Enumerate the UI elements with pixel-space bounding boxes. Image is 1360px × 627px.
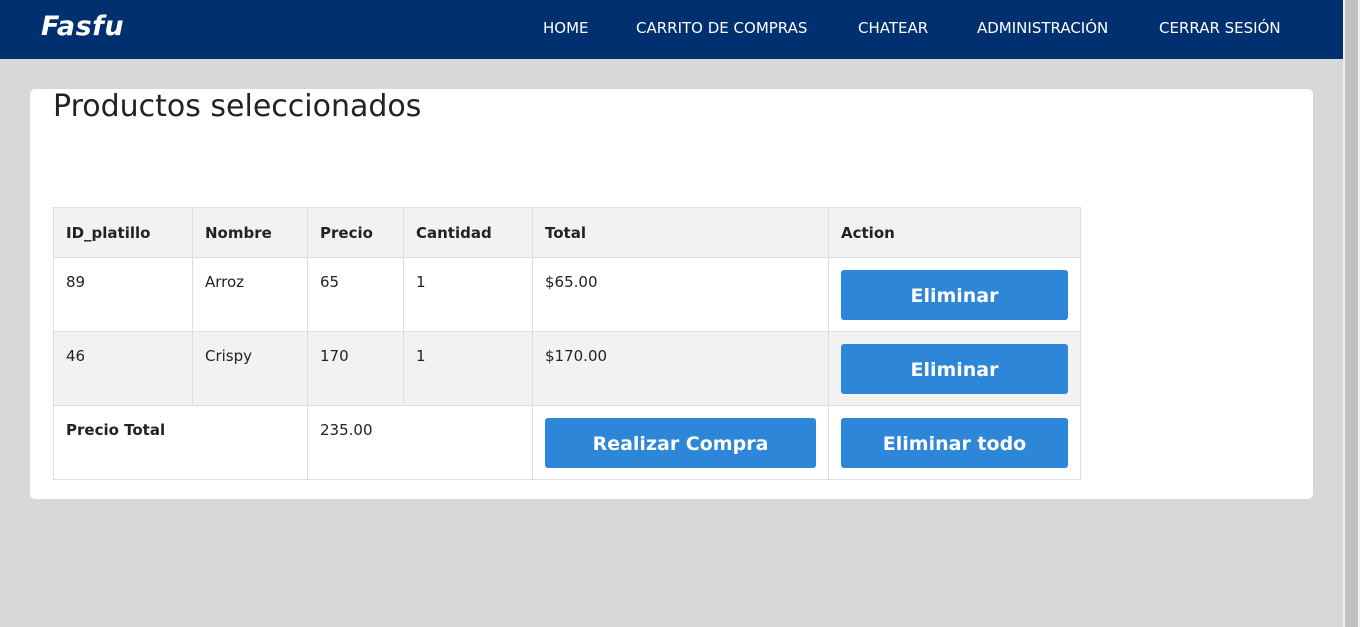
table-row: 46 Crispy 170 1 $170.00 Eliminar <box>53 331 1081 406</box>
nav-link-admin[interactable]: ADMINISTRACIÓN <box>977 19 1108 37</box>
scrollbar-thumb[interactable] <box>1345 0 1358 627</box>
cell-id: 46 <box>53 331 193 406</box>
header-price: Precio <box>307 207 404 258</box>
cell-price: 170 <box>307 331 404 406</box>
nav-link-cart[interactable]: CARRITO DE COMPRAS <box>636 19 807 37</box>
delete-item-button[interactable]: Eliminar <box>841 344 1068 394</box>
header-id: ID_platillo <box>53 207 193 258</box>
header-name: Nombre <box>192 207 308 258</box>
table-header-row: ID_platillo Nombre Precio Cantidad Total… <box>53 207 1081 258</box>
cell-qty: 1 <box>403 331 533 406</box>
table-footer-row: Precio Total 235.00 Realizar Compra Elim… <box>53 405 1081 480</box>
brand-logo[interactable]: Fasfu <box>41 11 124 42</box>
cell-name: Crispy <box>192 331 308 406</box>
table-row: 89 Arroz 65 1 $65.00 Eliminar <box>53 257 1081 332</box>
header-total: Total <box>532 207 829 258</box>
nav-link-logout[interactable]: CERRAR SESIÓN <box>1159 19 1281 37</box>
cart-table: ID_platillo Nombre Precio Cantidad Total… <box>53 207 1081 480</box>
cell-price: 65 <box>307 257 404 332</box>
total-price-label: Precio Total <box>53 405 308 480</box>
nav-link-chat[interactable]: CHATEAR <box>858 19 928 37</box>
cell-buy: Realizar Compra <box>532 405 829 480</box>
nav-link-home[interactable]: HOME <box>543 19 589 37</box>
cell-total: $65.00 <box>532 257 829 332</box>
header-action: Action <box>828 207 1081 258</box>
checkout-button[interactable]: Realizar Compra <box>545 418 816 468</box>
top-navbar: Fasfu HOME CARRITO DE COMPRAS CHATEAR AD… <box>0 0 1343 59</box>
delete-item-button[interactable]: Eliminar <box>841 270 1068 320</box>
page-title: Productos seleccionados <box>53 89 422 124</box>
cell-name: Arroz <box>192 257 308 332</box>
total-price-value: 235.00 <box>307 405 533 480</box>
cell-id: 89 <box>53 257 193 332</box>
cell-total: $170.00 <box>532 331 829 406</box>
cart-card: Productos seleccionados ID_platillo Nomb… <box>30 89 1313 499</box>
header-qty: Cantidad <box>403 207 533 258</box>
cell-action: Eliminar <box>828 257 1081 332</box>
cell-delete-all: Eliminar todo <box>828 405 1081 480</box>
delete-all-button[interactable]: Eliminar todo <box>841 418 1068 468</box>
cell-action: Eliminar <box>828 331 1081 406</box>
cell-qty: 1 <box>403 257 533 332</box>
